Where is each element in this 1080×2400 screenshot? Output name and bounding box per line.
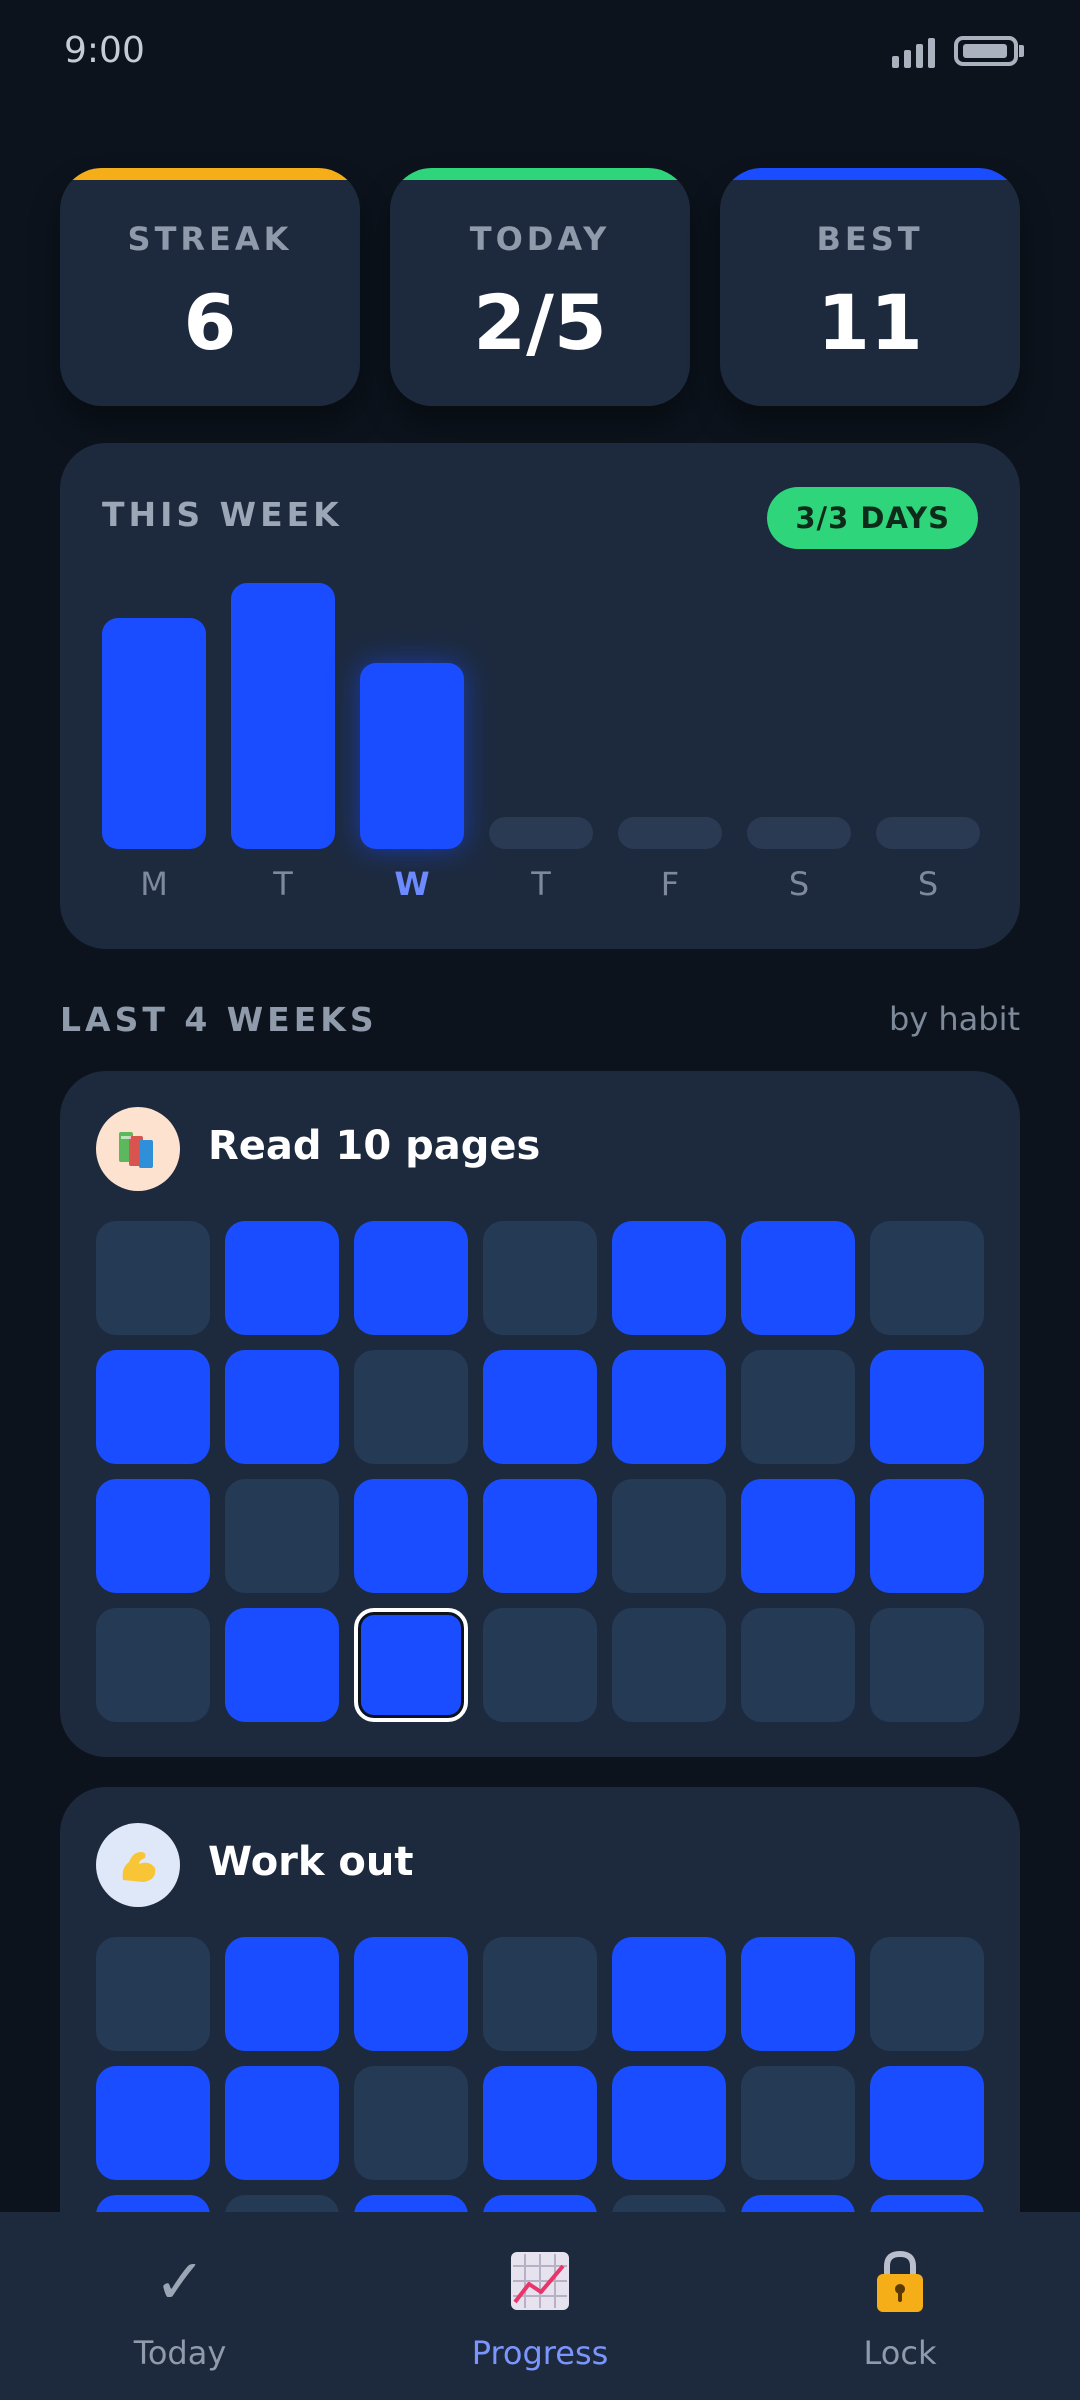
this-week-card: THIS WEEK 3/3 DAYS M T W T F S S [60,443,1020,949]
day-cell[interactable] [612,1221,726,1335]
day-cell[interactable] [870,1479,984,1593]
day-cell[interactable] [225,1350,339,1464]
books-icon [96,1107,180,1191]
week-bar-1 [102,618,206,849]
signal-icon [892,34,936,68]
days-badge: 3/3 DAYS [767,487,978,549]
day-cell[interactable] [612,1479,726,1593]
stat-label: TODAY [469,220,611,258]
day-cell[interactable] [225,1221,339,1335]
flexed-biceps-icon [96,1823,180,1907]
day-cell[interactable] [870,1350,984,1464]
best-card: BEST 11 [720,168,1020,406]
day-label: T [531,865,551,903]
day-cell[interactable] [225,1608,339,1722]
day-cell[interactable] [741,2066,855,2180]
day-cell[interactable] [225,2066,339,2180]
stat-label: BEST [816,220,924,258]
by-habit-filter[interactable]: by habit [889,1000,1020,1038]
day-label: S [788,865,810,903]
day-cell[interactable] [354,1221,468,1335]
day-cell[interactable] [870,1221,984,1335]
day-cell[interactable] [612,2066,726,2180]
day-cell[interactable] [741,1608,855,1722]
chart-icon [360,2246,720,2316]
day-cell[interactable] [96,1350,210,1464]
day-cell[interactable] [741,1350,855,1464]
tab-label: Lock [863,2334,937,2372]
tab-progress[interactable]: Progress [360,2212,720,2400]
day-cell[interactable] [870,1608,984,1722]
day-cell[interactable] [96,2066,210,2180]
status-bar: 9:00 [0,0,1080,100]
day-label: S [917,865,939,903]
day-cell[interactable] [483,1221,597,1335]
bottom-tab-bar: ✓ Today Progress Lock [0,2212,1080,2400]
week-bar-4 [489,817,593,849]
week-bar-5 [618,817,722,849]
streak-card: STREAK 6 [60,168,360,406]
day-cell[interactable] [96,1221,210,1335]
day-cell[interactable] [354,1937,468,2051]
day-cell[interactable] [96,1479,210,1593]
tab-label: Progress [471,2334,609,2372]
day-cell[interactable] [741,1479,855,1593]
today-card: TODAY 2/5 [390,168,690,406]
stat-label: STREAK [127,220,293,258]
habit-card-read[interactable]: Read 10 pages [60,1071,1020,1757]
tab-label: Today [133,2334,227,2372]
day-label: F [660,865,680,903]
week-bar-7 [876,817,980,849]
stat-value: 6 [183,278,237,367]
status-time: 9:00 [64,30,145,71]
day-cell[interactable] [225,1479,339,1593]
day-label: M [140,865,168,903]
week-bar-6 [747,817,851,849]
day-cell[interactable] [741,1937,855,2051]
lock-icon [720,2246,1080,2316]
day-cell[interactable] [225,1937,339,2051]
day-cell[interactable] [354,1350,468,1464]
day-cell[interactable] [870,2066,984,2180]
day-label: T [273,865,293,903]
day-cell[interactable] [354,1608,468,1722]
day-cell[interactable] [741,1221,855,1335]
check-icon: ✓ [154,2244,206,2318]
day-cell[interactable] [612,1937,726,2051]
last-4-weeks-title: LAST 4 WEEKS [60,1000,378,1039]
battery-icon [954,34,1024,68]
day-cell[interactable] [483,1937,597,2051]
day-cell[interactable] [96,1937,210,2051]
this-week-title: THIS WEEK [102,495,343,534]
stat-value: 11 [817,278,923,367]
day-cell[interactable] [483,1608,597,1722]
week-bar-2 [231,583,335,849]
habit-name: Work out [208,1839,414,1885]
day-cell[interactable] [483,1479,597,1593]
day-cell[interactable] [96,1608,210,1722]
day-cell[interactable] [354,2066,468,2180]
day-cell[interactable] [612,1608,726,1722]
week-bar-3 [360,663,464,849]
tab-today[interactable]: ✓ Today [0,2212,360,2400]
day-cell[interactable] [483,1350,597,1464]
day-cell[interactable] [354,1479,468,1593]
day-label: W [394,865,430,903]
stat-value: 2/5 [473,278,607,367]
day-cell[interactable] [870,1937,984,2051]
day-cell[interactable] [483,2066,597,2180]
habit-name: Read 10 pages [208,1123,541,1169]
day-cell[interactable] [612,1350,726,1464]
tab-lock[interactable]: Lock [720,2212,1080,2400]
